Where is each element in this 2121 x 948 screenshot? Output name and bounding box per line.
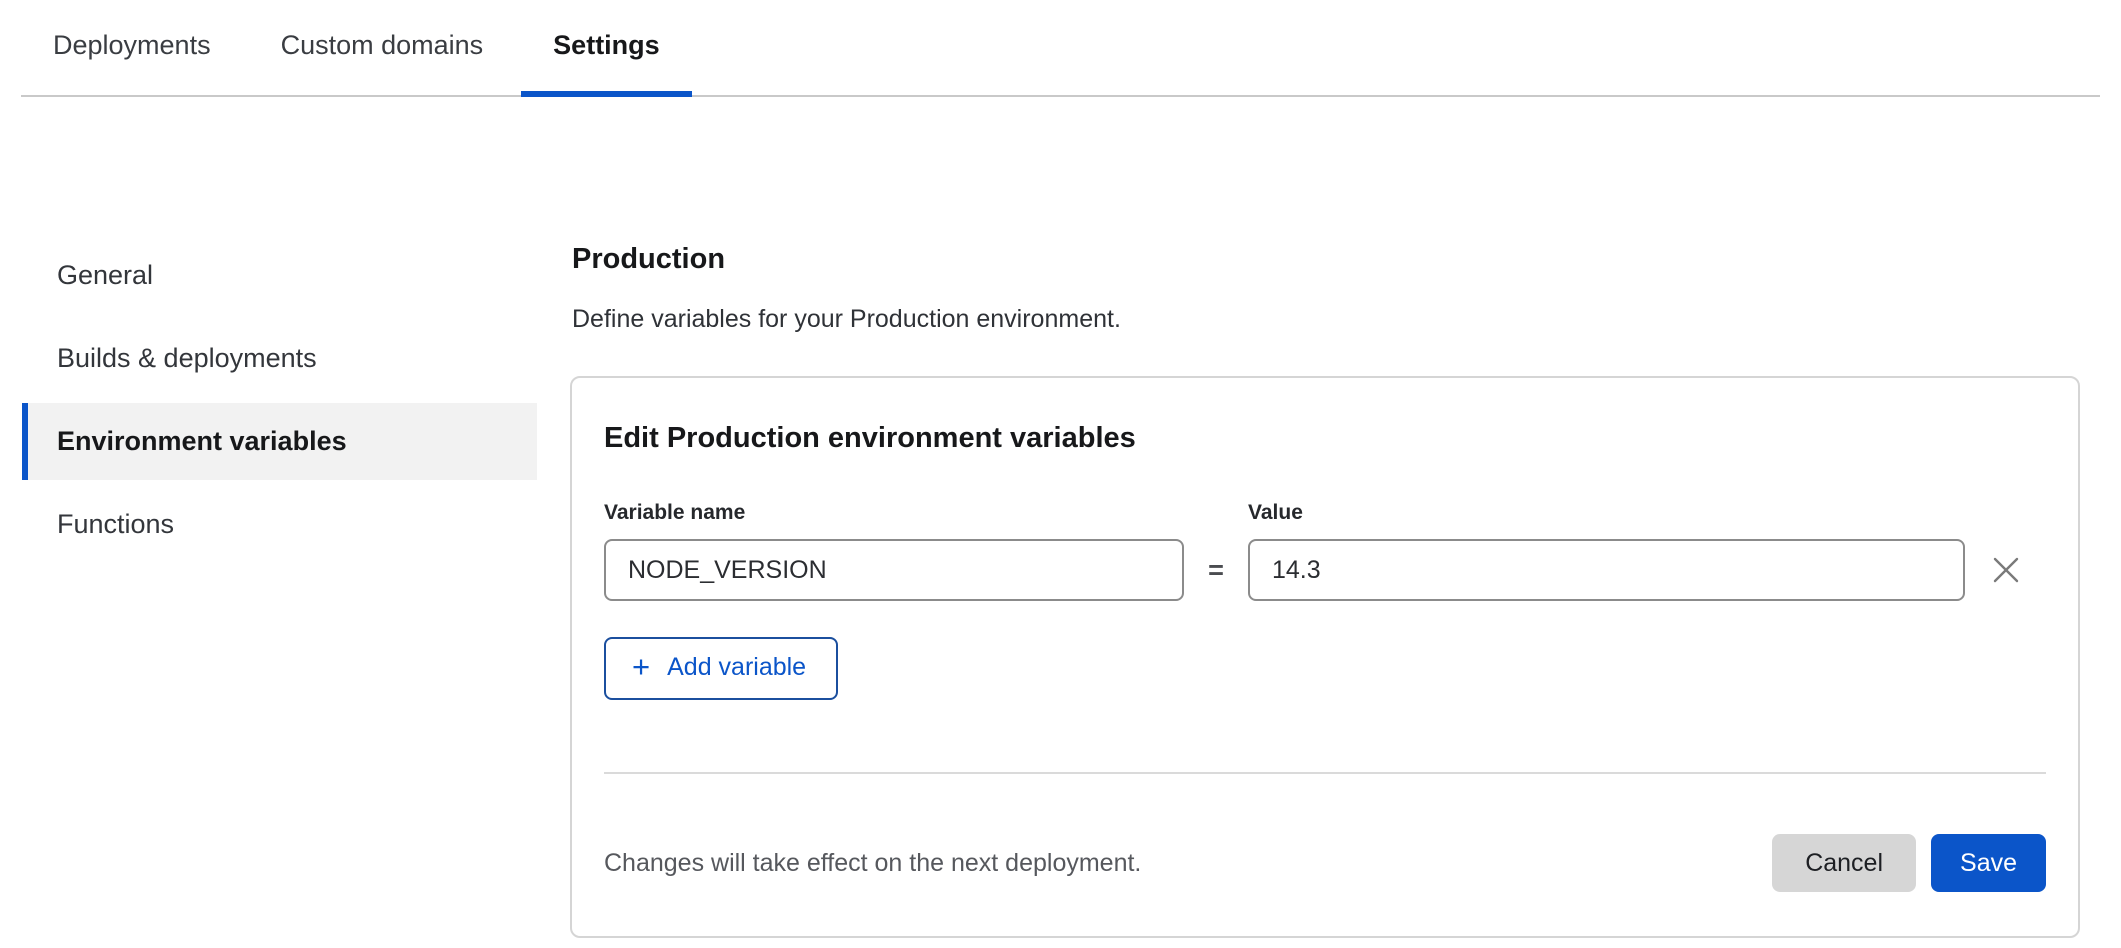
card-divider [604,772,2046,774]
value-label: Value [1248,501,1965,525]
environment-variables-panel: Production Define variables for your Pro… [570,237,2080,938]
environment-variables-card: Edit Production environment variables Va… [570,376,2080,938]
page-title: Production [572,243,2080,276]
field-labels-row: Variable name Value [604,501,2046,525]
sidebar-item-environment-variables[interactable]: Environment variables [22,403,537,480]
card-footer: Changes will take effect on the next dep… [604,834,2046,892]
add-variable-label: Add variable [667,653,806,682]
x-icon [1991,555,2021,585]
variable-name-input[interactable] [604,539,1184,601]
variable-value-input[interactable] [1248,539,1965,601]
tab-custom-domains[interactable]: Custom domains [249,0,516,95]
sidebar-item-builds-deployments[interactable]: Builds & deployments [22,320,537,397]
plus-icon: + [632,651,650,682]
equals-sign: = [1184,555,1248,586]
settings-sidebar: General Builds & deployments Environment… [22,237,537,569]
tab-bar: Deployments Custom domains Settings [21,0,2100,97]
sidebar-item-functions[interactable]: Functions [22,486,537,563]
section-description: Define variables for your Production env… [572,305,2080,334]
card-title: Edit Production environment variables [604,422,2046,455]
variable-row: = [604,539,2046,601]
cancel-button[interactable]: Cancel [1772,834,1916,892]
tab-settings[interactable]: Settings [521,0,692,95]
add-variable-button[interactable]: + Add variable [604,637,838,700]
tab-deployments[interactable]: Deployments [21,0,243,95]
save-button[interactable]: Save [1931,834,2046,892]
remove-variable-button[interactable] [1984,548,2028,592]
footer-note: Changes will take effect on the next dep… [604,849,1772,878]
variable-name-label: Variable name [604,501,1184,525]
settings-content: General Builds & deployments Environment… [0,97,2121,938]
sidebar-item-general[interactable]: General [22,237,537,314]
